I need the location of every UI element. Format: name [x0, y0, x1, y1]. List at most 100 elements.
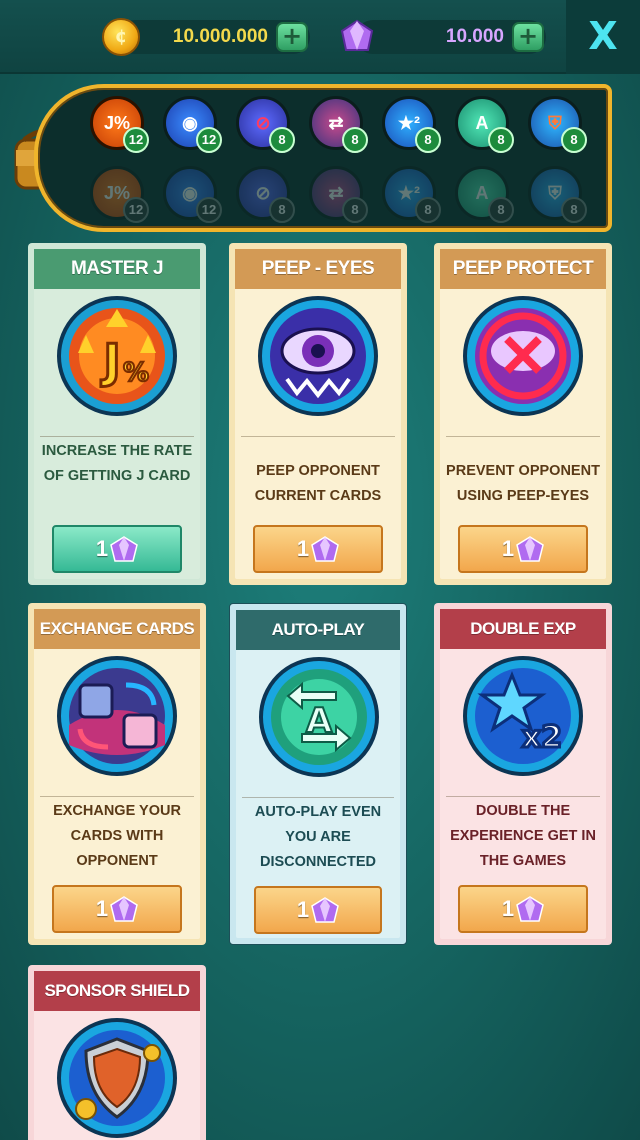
shield-icon: ⛨ — [548, 182, 562, 203]
inventory-slot-shield[interactable]: ⛨ 8 — [528, 96, 587, 153]
add-coins-button[interactable]: + — [276, 22, 308, 52]
item-card-peep-protect[interactable]: PEEP PROTECT PREVENT OPPONENT USING PEEP… — [434, 243, 612, 585]
card-description: AUTO-PLAY EVEN YOU ARE DISCONNECTED — [254, 804, 382, 870]
eye-icon: ◉ — [182, 182, 198, 203]
coin-amount: 10.000.000 — [172, 26, 268, 47]
item-count: 8 — [269, 127, 295, 153]
svg-text:%: % — [123, 358, 149, 388]
divider — [446, 796, 600, 797]
price-amount: 1 — [501, 896, 515, 921]
coin-icon: ¢ — [102, 18, 140, 56]
inventory-slot-exchange-locked: ⇄ 8 — [309, 166, 368, 223]
block-icon — [463, 296, 583, 416]
item-count: 8 — [415, 127, 441, 153]
item-count: 8 — [488, 127, 514, 153]
autoplay-icon: A — [475, 112, 489, 133]
add-gems-button[interactable]: + — [512, 22, 544, 52]
eye-icon — [258, 296, 378, 416]
star-x2-icon: ★² — [397, 112, 421, 133]
gem-icon — [311, 536, 339, 562]
divider — [446, 436, 600, 437]
buy-button[interactable]: 1 — [458, 885, 588, 933]
autoplay-icon: A — [259, 657, 379, 777]
gem-amount: 10.000 — [445, 26, 504, 47]
inventory-slot-master-j-locked: J% 12 — [90, 166, 149, 223]
coin-balance: 10.000.000 + — [118, 20, 310, 54]
item-inventory-rack: J% 12 ◉ 12 ⊘ 8 ⇄ 8 ★² 8 A 8 ⛨ 8 J% 12 ◉ … — [34, 84, 612, 232]
item-card-auto-play[interactable]: AUTO-PLAY A AUTO-PLAY EVEN YOU ARE DISCO… — [229, 603, 407, 945]
card-title: DOUBLE EXP — [440, 609, 606, 649]
item-count: 8 — [269, 197, 295, 223]
card-title: EXCHANGE CARDS — [34, 609, 200, 649]
divider — [241, 436, 395, 437]
buy-button[interactable]: 1 — [254, 886, 382, 934]
buy-button[interactable]: 1 — [52, 885, 182, 933]
exchange-icon — [57, 656, 177, 776]
inventory-slot-peep-eyes[interactable]: ◉ 12 — [163, 96, 222, 153]
item-card-sponsor-shield[interactable]: SPONSOR SHIELD — [28, 965, 206, 1140]
card-title: PEEP PROTECT — [440, 249, 606, 289]
exchange-icon: ⇄ — [328, 112, 344, 133]
buy-button[interactable]: 1 — [52, 525, 182, 573]
eye-icon: ◉ — [182, 112, 198, 133]
buy-button[interactable]: 1 — [458, 525, 588, 573]
close-button[interactable]: X — [566, 0, 640, 74]
item-count: 12 — [196, 127, 222, 153]
inventory-slot-double-exp-locked: ★² 8 — [382, 166, 441, 223]
inventory-slot-double-exp[interactable]: ★² 8 — [382, 96, 441, 153]
shield-icon: ⛨ — [548, 112, 562, 133]
item-count: 8 — [342, 197, 368, 223]
svg-text:J: J — [100, 334, 120, 388]
item-card-peep-eyes[interactable]: PEEP - EYES PEEP OPPONENT CURRENT CARDS … — [229, 243, 407, 585]
card-description: DOUBLE THE EXPERIENCE GET IN THE GAMES — [450, 803, 596, 869]
divider — [242, 797, 394, 798]
card-title: AUTO-PLAY — [236, 610, 400, 650]
gem-icon — [516, 896, 544, 922]
card-title: PEEP - EYES — [235, 249, 401, 289]
block-icon: ⊘ — [255, 112, 271, 133]
gem-icon — [110, 896, 138, 922]
card-title: MASTER J — [34, 249, 200, 289]
autoplay-icon: A — [475, 182, 489, 203]
item-count: 8 — [561, 197, 587, 223]
block-icon: ⊘ — [255, 182, 271, 203]
item-count: 12 — [123, 127, 149, 153]
price-amount: 1 — [501, 536, 515, 561]
gem-icon — [516, 536, 544, 562]
card-description: INCREASE THE RATE OF GETTING J CARD — [41, 443, 193, 484]
exchange-icon: ⇄ — [328, 182, 344, 203]
inventory-slot-peep-protect-locked: ⊘ 8 — [236, 166, 295, 223]
gem-balance: 10.000 + — [356, 20, 546, 54]
item-count: 12 — [196, 197, 222, 223]
card-description: PREVENT OPPONENT USING PEEP-EYES — [446, 463, 600, 504]
price-amount: 1 — [296, 536, 310, 561]
svg-text:A: A — [306, 701, 333, 741]
gem-icon — [110, 536, 138, 562]
price-amount: 1 — [95, 536, 109, 561]
card-description: EXCHANGE YOUR CARDS WITH OPPONENT — [53, 803, 181, 869]
item-count: 12 — [123, 197, 149, 223]
item-card-master-j[interactable]: MASTER J J % INCREASE THE RATE OF GETTIN… — [28, 243, 206, 585]
jackpot-icon: J % — [57, 296, 177, 416]
inventory-slot-autoplay-locked: A 8 — [455, 166, 514, 223]
inventory-slot-exchange[interactable]: ⇄ 8 — [309, 96, 368, 153]
gem-icon — [311, 897, 339, 923]
card-description: PEEP OPPONENT CURRENT CARDS — [254, 463, 382, 504]
divider — [40, 796, 194, 797]
inventory-slot-master-j[interactable]: J% 12 — [90, 96, 149, 153]
item-count: 8 — [415, 197, 441, 223]
inventory-slot-peep-protect[interactable]: ⊘ 8 — [236, 96, 295, 153]
inventory-slot-peep-eyes-locked: ◉ 12 — [163, 166, 222, 223]
gem-icon — [340, 19, 374, 51]
divider — [40, 436, 194, 437]
item-count: 8 — [342, 127, 368, 153]
inventory-slot-shield-locked: ⛨ 8 — [528, 166, 587, 223]
shield-icon — [57, 1018, 177, 1138]
buy-button[interactable]: 1 — [253, 525, 383, 573]
inventory-slot-autoplay[interactable]: A 8 — [455, 96, 514, 153]
star-x2-icon: x2 — [463, 656, 583, 776]
item-count: 8 — [488, 197, 514, 223]
top-bar: 10.000.000 + ¢ 10.000 + X — [0, 0, 640, 74]
item-card-exchange-cards[interactable]: EXCHANGE CARDS EXCHANGE YOUR CARDS WITH … — [28, 603, 206, 945]
item-card-double-exp[interactable]: DOUBLE EXP x2 DOUBLE THE EXPERIENCE GET … — [434, 603, 612, 945]
